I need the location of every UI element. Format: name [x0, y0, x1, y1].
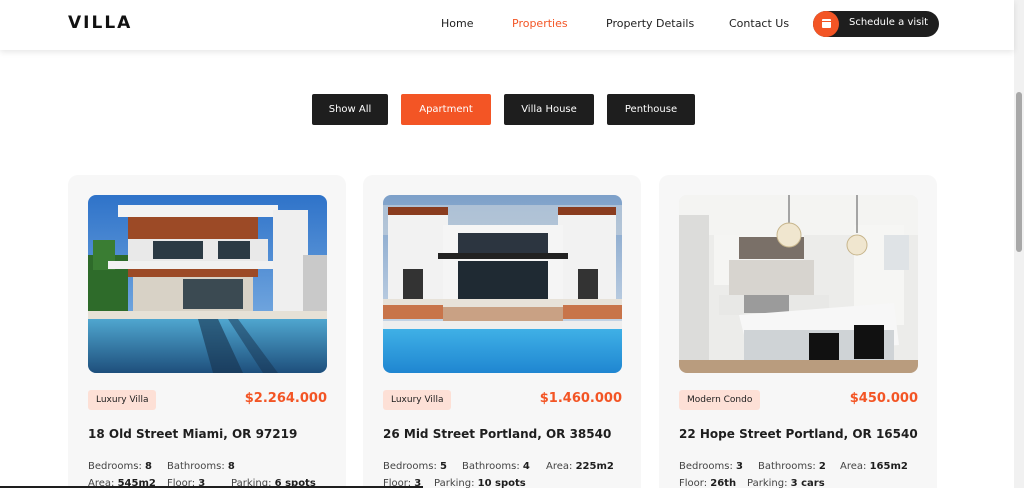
- spec-bedrooms: Bedrooms: 8: [88, 461, 152, 472]
- spec-bathrooms: Bathrooms: 8: [167, 461, 235, 472]
- calendar-icon: [813, 11, 839, 37]
- spec-bedrooms: Bedrooms: 5: [383, 461, 447, 472]
- site-logo[interactable]: VILLA: [68, 13, 132, 33]
- nav-home[interactable]: Home: [441, 17, 473, 30]
- property-card: Modern Condo $450.000 22 Hope Street Por…: [659, 175, 937, 488]
- category-badge: Luxury Villa: [88, 390, 157, 410]
- spec-bathrooms: Bathrooms: 4: [462, 461, 530, 472]
- spec-area: Area: 225m2: [546, 461, 614, 472]
- schedule-visit-label: Schedule a visit: [849, 17, 929, 28]
- nav-properties[interactable]: Properties: [512, 17, 568, 30]
- spec-area: Area: 165m2: [840, 461, 908, 472]
- filter-villa-house[interactable]: Villa House: [504, 94, 594, 125]
- property-address[interactable]: 26 Mid Street Portland, OR 38540: [383, 427, 611, 441]
- page: VILLA Home Properties Property Details C…: [0, 0, 1024, 488]
- filter-show-all[interactable]: Show All: [312, 94, 388, 125]
- property-address[interactable]: 22 Hope Street Portland, OR 16540: [679, 427, 918, 441]
- site-header: VILLA Home Properties Property Details C…: [0, 0, 1014, 50]
- filter-apartment[interactable]: Apartment: [401, 94, 491, 125]
- property-address[interactable]: 18 Old Street Miami, OR 97219: [88, 427, 297, 441]
- spec-parking: Parking: 10 spots: [434, 478, 526, 488]
- property-photo-villa-pool[interactable]: [88, 195, 327, 373]
- nav-property-details[interactable]: Property Details: [606, 17, 694, 30]
- property-card: Luxury Villa $2.264.000 18 Old Street Mi…: [68, 175, 346, 488]
- property-price: $2.264.000: [244, 391, 327, 406]
- page-scrollbar[interactable]: [1014, 0, 1024, 488]
- spec-floor: Floor: 26th: [679, 478, 737, 488]
- property-card: Luxury Villa $1.460.000 26 Mid Street Po…: [363, 175, 641, 488]
- scrollbar-thumb[interactable]: [1016, 92, 1022, 252]
- spec-parking: Parking: 3 cars: [747, 478, 825, 488]
- filter-penthouse[interactable]: Penthouse: [607, 94, 695, 125]
- spec-bedrooms: Bedrooms: 3: [679, 461, 743, 472]
- property-price: $1.460.000: [539, 391, 622, 406]
- spec-bathrooms: Bathrooms: 2: [758, 461, 826, 472]
- category-badge: Luxury Villa: [383, 390, 452, 410]
- property-price: $450.000: [849, 391, 918, 406]
- property-photo-kitchen[interactable]: [679, 195, 918, 373]
- schedule-visit-button[interactable]: Schedule a visit: [813, 11, 939, 37]
- property-photo-modern-house[interactable]: [383, 195, 622, 373]
- category-badge: Modern Condo: [679, 390, 761, 410]
- nav-contact-us[interactable]: Contact Us: [729, 17, 789, 30]
